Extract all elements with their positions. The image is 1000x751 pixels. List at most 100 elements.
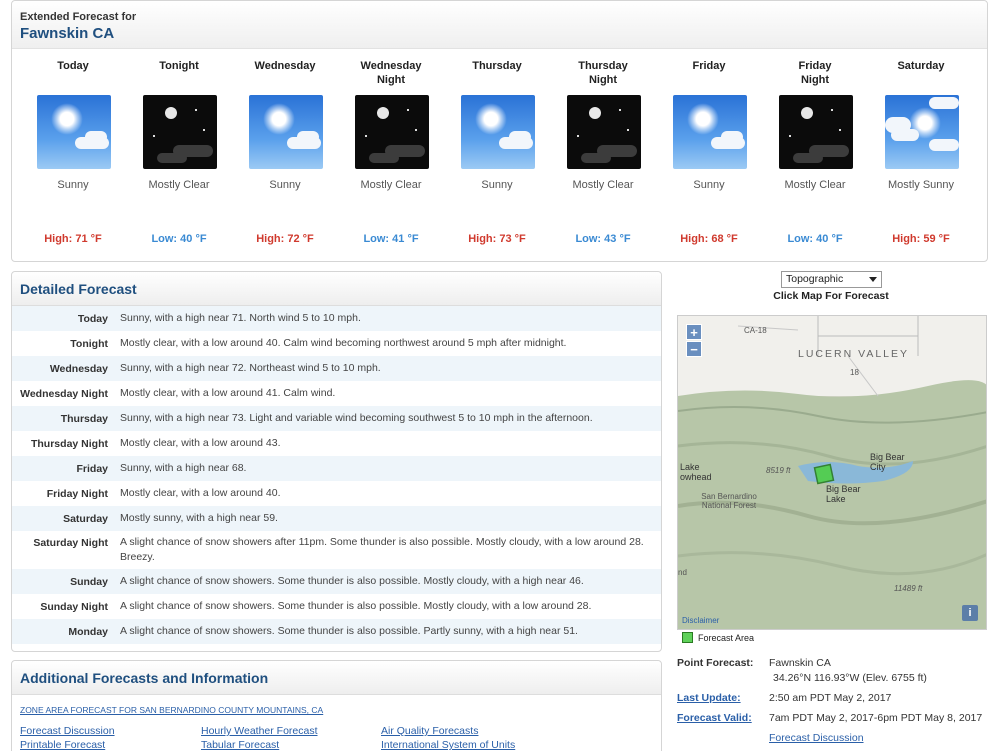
detail-label: Saturday (63, 512, 108, 525)
period-friday-night[interactable]: Friday Night Mostly Clear Low: 40 °F (762, 51, 868, 256)
period-desc: Mostly Clear (148, 179, 210, 191)
map-terrain (678, 316, 986, 629)
map-label-big-bear-city: Big Bear City (870, 452, 905, 472)
mostly-clear-night-icon (567, 95, 641, 169)
detailed-forecast-panel: Detailed Forecast Today Sunny, with a hig… (11, 271, 662, 652)
period-today[interactable]: Today Sunny High: 71 °F (20, 51, 126, 256)
point-forecast-discussion-link[interactable]: Forecast Discussion (769, 732, 864, 744)
detail-row: Friday Night Mostly clear, with a low aro… (12, 481, 661, 506)
period-name: Saturday (897, 60, 945, 72)
detail-row: Monday A slight chance of snow showers. S… (12, 619, 661, 644)
detail-text: Mostly clear, with a low around 43. (120, 437, 281, 449)
detail-text: Mostly clear, with a low around 40. (120, 487, 281, 499)
detail-row: Thursday Night Mostly clear, with a low a… (12, 431, 661, 456)
period-temp: High: 73 °F (468, 233, 526, 245)
forecast-valid-value: 7am PDT May 2, 2017-6pm PDT May 8, 2017 (769, 712, 983, 724)
map-label-ca18: CA-18 (744, 326, 767, 335)
period-desc: Mostly Clear (572, 179, 634, 191)
period-name: Thursday Night (578, 60, 628, 86)
forecast-periods: Today Sunny High: 71 °F Tonight Mostly C… (20, 51, 980, 256)
period-temp: High: 68 °F (680, 233, 738, 245)
detail-text: A slight chance of snow showers. Some th… (120, 625, 578, 637)
hourly-forecast-link[interactable]: Hourly Weather Forecast (201, 725, 318, 737)
map-label-lucern-valley: LUCERN VALLEY (798, 348, 910, 360)
period-wednesday[interactable]: Wednesday Sunny High: 72 °F (232, 51, 338, 256)
printable-forecast-link[interactable]: Printable Forecast (20, 739, 105, 751)
forecast-map[interactable]: + − CA-18 LUCERN VALLEY 18 Big Bear City… (677, 315, 987, 630)
period-temp: Low: 40 °F (787, 233, 843, 245)
detail-row: Thursday Sunny, with a high near 73. Ligh… (12, 406, 661, 431)
point-forecast-label: Point Forecast: (677, 657, 754, 669)
period-friday[interactable]: Friday Sunny High: 68 °F (656, 51, 762, 256)
period-desc: Mostly Clear (784, 179, 846, 191)
period-desc: Sunny (481, 179, 513, 191)
tabular-forecast-link[interactable]: Tabular Forecast (201, 739, 279, 751)
detail-text: A slight chance of snow showers. Some th… (120, 600, 592, 612)
zoom-in-button[interactable]: + (686, 324, 702, 340)
air-quality-link[interactable]: Air Quality Forecasts (381, 725, 478, 737)
detail-row: Wednesday Night Mostly clear, with a low … (12, 381, 661, 406)
map-caption: Click Map For Forecast (773, 290, 889, 302)
detail-text: A slight chance of snow showers after 11… (120, 536, 644, 563)
chevron-down-icon (869, 277, 877, 282)
detail-text: Sunny, with a high near 72. Northeast wi… (120, 362, 381, 374)
period-desc: Mostly Sunny (887, 179, 955, 191)
map-type-value: Topographic (786, 273, 844, 285)
last-update-link[interactable]: Last Update: (677, 692, 741, 704)
forecast-discussion-link[interactable]: Forecast Discussion (20, 725, 115, 737)
map-info-button[interactable]: i (962, 605, 978, 621)
map-label-elevation-2: 11489 ft (894, 584, 923, 593)
map-label-route-18: 18 (850, 368, 859, 377)
extended-forecast-header: Extended Forecast for Fawnskin CA (12, 1, 987, 49)
detail-label: Wednesday Night (20, 387, 108, 400)
mostly-clear-night-icon (143, 95, 217, 169)
map-label-national-forest: San Bernardino National Forest (701, 492, 757, 510)
detail-label: Sunday Night (40, 600, 108, 613)
detail-text: A slight chance of snow showers. Some th… (120, 575, 584, 587)
map-label-lake-arrowhead: Lake owhead (680, 462, 712, 482)
period-desc: Sunny (693, 179, 725, 191)
period-thursday[interactable]: Thursday Sunny High: 73 °F (444, 51, 550, 256)
sunny-icon (37, 95, 111, 169)
period-wednesday-night[interactable]: Wednesday Night Mostly Clear Low: 41 °F (338, 51, 444, 256)
period-temp: Low: 40 °F (151, 233, 207, 245)
zoom-out-button[interactable]: − (686, 341, 702, 357)
period-name: Friday Night (798, 60, 832, 86)
detail-text: Mostly sunny, with a high near 59. (120, 512, 278, 524)
map-legend: Forecast Area (682, 632, 754, 643)
period-thursday-night[interactable]: Thursday Night Mostly Clear Low: 43 °F (550, 51, 656, 256)
period-tonight[interactable]: Tonight Mostly Clear Low: 40 °F (126, 51, 232, 256)
map-disclaimer-link[interactable]: Disclaimer (682, 616, 719, 625)
detail-label: Thursday Night (30, 437, 108, 450)
extended-forecast-city: Fawnskin CA (20, 25, 115, 42)
period-saturday[interactable]: Saturday Mostly Sunny High: 59 °F (868, 51, 974, 256)
units-link[interactable]: International System of Units (381, 739, 515, 751)
forecast-valid-link[interactable]: Forecast Valid: (677, 712, 752, 724)
additional-forecasts-panel: Additional Forecasts and Information ZON… (11, 660, 662, 751)
detail-text: Sunny, with a high near 71. North wind 5… (120, 312, 361, 324)
detail-label: Today (77, 312, 108, 325)
detail-row: Sunday Night A slight chance of snow show… (12, 594, 661, 619)
sunny-icon (461, 95, 535, 169)
period-name: Thursday (472, 60, 522, 72)
detail-row: Tonight Mostly clear, with a low around 4… (12, 331, 661, 356)
period-desc: Sunny (57, 179, 89, 191)
legend-label: Forecast Area (698, 632, 755, 643)
zone-area-forecast-link[interactable]: ZONE AREA FORECAST FOR SAN BERNARDINO CO… (20, 705, 323, 715)
detail-label: Sunday (70, 575, 108, 588)
detail-label: Friday (76, 462, 108, 475)
extended-forecast-subtitle: Extended Forecast for (20, 11, 137, 23)
period-temp: Low: 43 °F (575, 233, 631, 245)
detail-label: Wednesday (49, 362, 108, 375)
mostly-clear-night-icon (355, 95, 429, 169)
period-name: Today (57, 60, 89, 72)
map-type-select[interactable]: Topographic (781, 271, 882, 288)
point-forecast-coords: 34.26°N 116.93°W (Elev. 6755 ft) (773, 672, 927, 684)
detail-label: Friday Night (46, 487, 108, 500)
additional-forecasts-title: Additional Forecasts and Information (12, 661, 661, 695)
sunny-icon (249, 95, 323, 169)
period-temp: High: 71 °F (44, 233, 102, 245)
period-desc: Sunny (269, 179, 301, 191)
period-name: Tonight (159, 60, 199, 72)
period-desc: Mostly Clear (360, 179, 422, 191)
